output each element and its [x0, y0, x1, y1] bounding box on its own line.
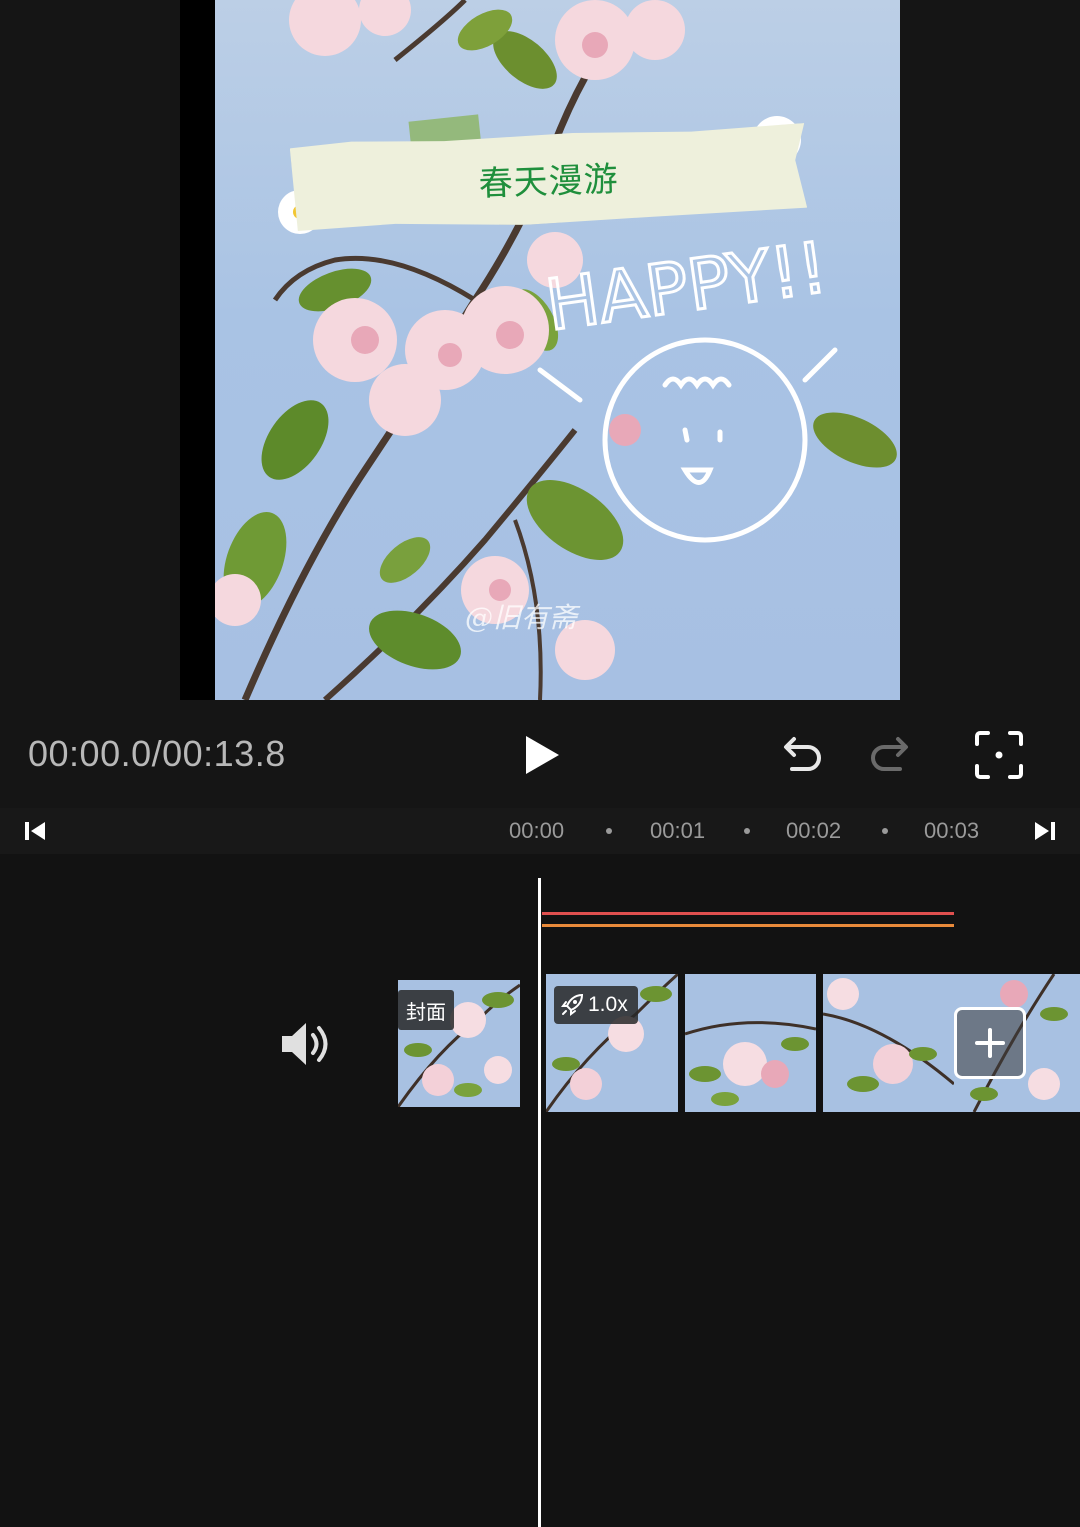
play-button[interactable] — [510, 725, 574, 785]
happy-sticker-text: HAPPY!! — [541, 226, 832, 346]
redo-icon — [871, 737, 908, 771]
time-display: 00:00.0/00:13.8 — [28, 733, 286, 774]
fullscreen-button[interactable] — [970, 726, 1028, 784]
speed-label: 1.0x — [588, 993, 628, 1016]
ruler-tick: 00:00 — [509, 818, 565, 843]
ruler-dot — [744, 828, 750, 834]
speed-badge[interactable]: 1.0x — [554, 986, 638, 1024]
redo-button[interactable] — [862, 728, 916, 782]
skip-to-start-icon — [25, 822, 45, 840]
watermark: @旧有斋 — [465, 601, 578, 634]
skip-to-end-icon — [1035, 822, 1055, 840]
ruler-tick: 00:03 — [924, 818, 980, 843]
blossom-illustration: HAPPY!! — [215, 0, 897, 700]
clip-thumbnail[interactable] — [823, 974, 954, 1112]
title-sticker-text: 春天漫游 — [477, 159, 620, 204]
speaker-icon — [282, 1023, 328, 1065]
skip-to-start-button[interactable] — [20, 816, 50, 846]
undo-button[interactable] — [776, 728, 830, 782]
video-preview[interactable]: HAPPY!! 春天漫游 @旧有斋 — [180, 0, 900, 700]
preview-photo: HAPPY!! 春天漫游 @旧有斋 — [215, 0, 900, 700]
cover-label: 封面 — [398, 990, 454, 1030]
play-icon — [526, 736, 559, 774]
ruler-tick: 00:01 — [650, 818, 706, 843]
ruler-dot — [882, 828, 888, 834]
skip-to-end-button[interactable] — [1030, 816, 1060, 846]
sticker-track-bar[interactable] — [542, 924, 954, 927]
ruler-dot — [606, 828, 612, 834]
text-track-bar[interactable] — [542, 912, 954, 915]
add-clip-button[interactable] — [954, 1007, 1026, 1079]
undo-icon — [784, 737, 821, 771]
rocket-icon — [561, 993, 584, 1016]
clip-thumbnail[interactable] — [685, 974, 816, 1112]
plus-icon — [975, 1028, 1005, 1058]
blossom-thumbnail-image — [823, 978, 954, 1092]
fullscreen-icon — [975, 731, 1023, 779]
ruler-tick: 00:02 — [786, 818, 842, 843]
playhead[interactable] — [538, 878, 541, 1527]
mute-audio-button[interactable] — [270, 1012, 338, 1076]
blossom-thumbnail-image — [685, 1021, 816, 1106]
